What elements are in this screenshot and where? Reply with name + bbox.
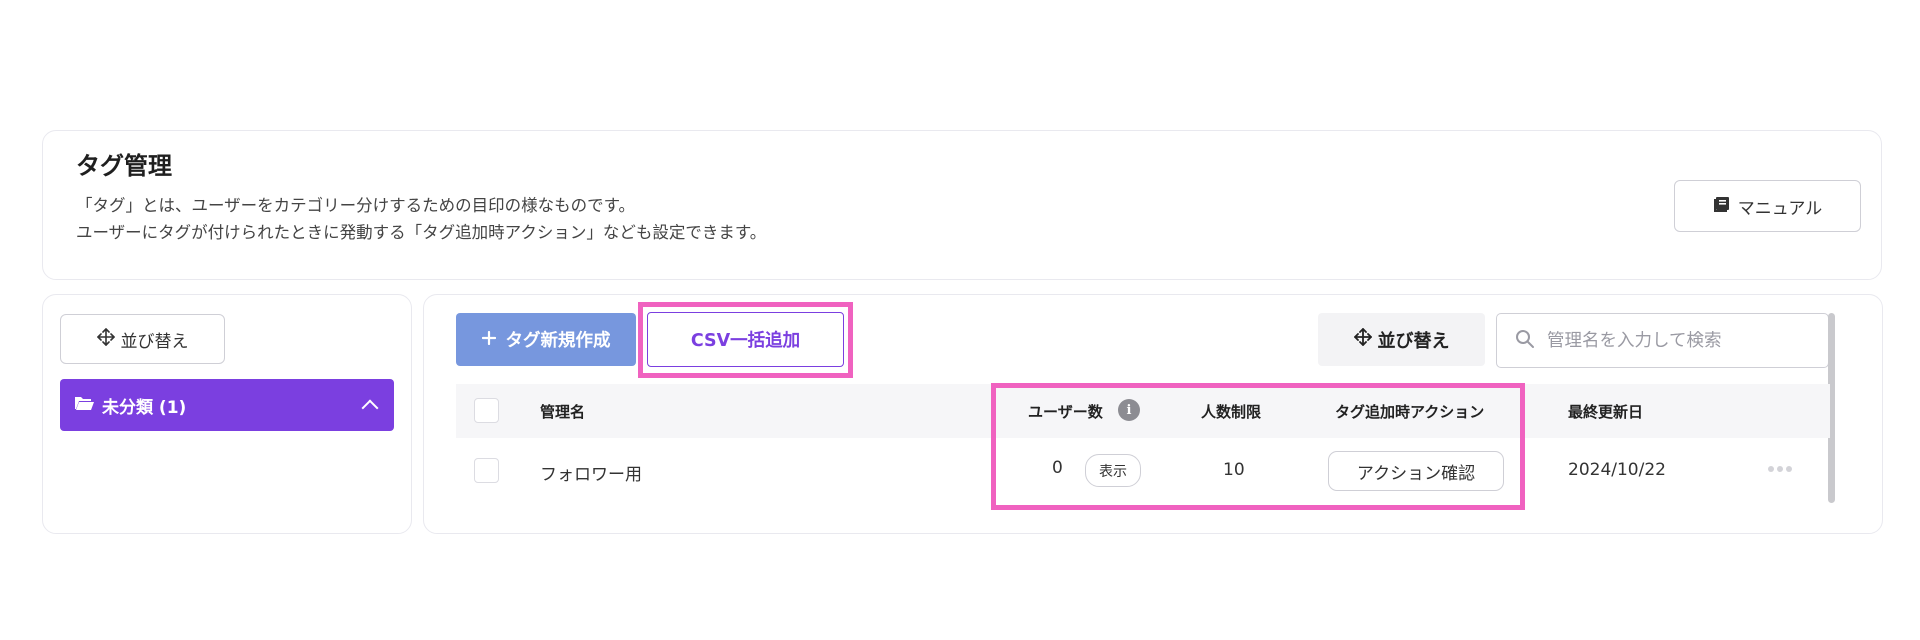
folder-item-uncategorized[interactable]: 未分類 (1) xyxy=(60,379,394,431)
column-header-name[interactable]: 管理名 xyxy=(540,401,585,422)
tag-name[interactable]: フォロワー用 xyxy=(540,460,642,485)
page-description-line1: 「タグ」とは、ユーザーをカテゴリー分けするための目印の様なものです。 xyxy=(76,196,636,215)
search-box[interactable] xyxy=(1496,313,1829,368)
select-all-checkbox[interactable] xyxy=(474,398,499,423)
folder-sort-button[interactable]: 並び替え xyxy=(60,314,225,364)
plus-icon xyxy=(481,330,496,350)
folder-item-label: 未分類 (1) xyxy=(102,397,187,418)
manual-button[interactable]: マニュアル xyxy=(1674,180,1861,232)
search-icon xyxy=(1515,329,1535,353)
page-description-line2: ユーザーにタグが付けられたときに発動する「タグ追加時アクション」なども設定できま… xyxy=(76,223,767,242)
book-icon xyxy=(1713,195,1731,218)
tag-sort-label: 並び替え xyxy=(1377,330,1450,352)
more-options-icon[interactable] xyxy=(1768,463,1798,475)
column-header-updated[interactable]: 最終更新日 xyxy=(1568,401,1643,422)
page-title: タグ管理 xyxy=(76,152,172,180)
move-icon xyxy=(96,327,115,351)
last-updated-date: 2024/10/22 xyxy=(1568,460,1666,480)
move-icon xyxy=(1353,328,1372,351)
row-checkbox[interactable] xyxy=(474,458,499,483)
search-input[interactable] xyxy=(1545,329,1799,352)
manual-button-label: マニュアル xyxy=(1737,198,1823,219)
chevron-up-icon[interactable] xyxy=(361,399,379,416)
folder-open-icon xyxy=(74,395,94,416)
columns-highlight-frame xyxy=(991,383,1525,510)
new-tag-button[interactable]: タグ新規作成 xyxy=(456,313,636,366)
csv-highlight-frame xyxy=(638,302,853,378)
new-tag-button-label: タグ新規作成 xyxy=(505,331,611,351)
tag-sort-button[interactable]: 並び替え xyxy=(1318,313,1485,366)
folder-sort-label: 並び替え xyxy=(120,331,189,352)
